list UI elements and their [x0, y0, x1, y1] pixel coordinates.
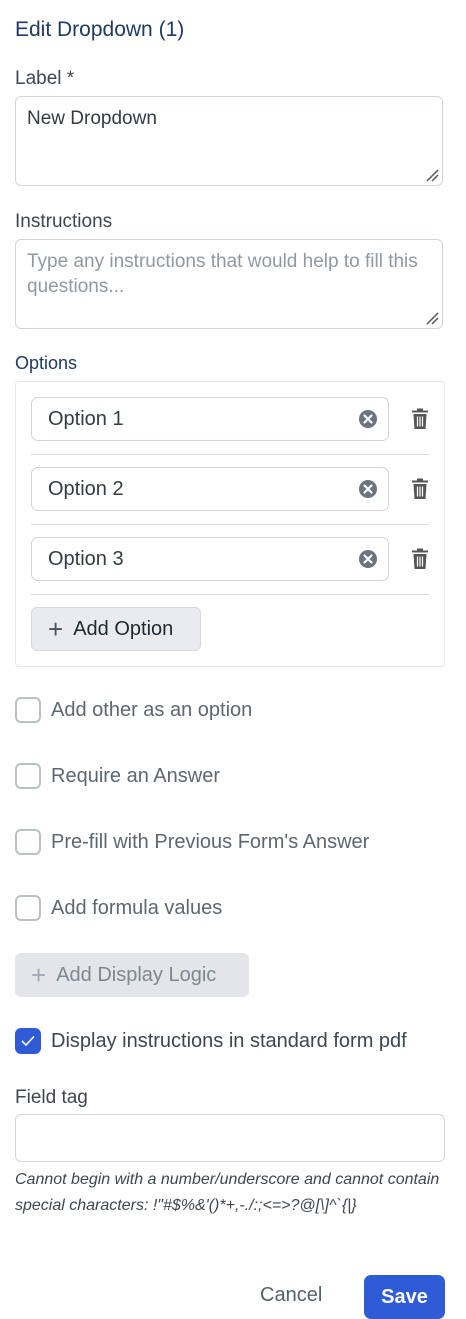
checkbox-formula-values[interactable]: Add formula values [15, 895, 222, 921]
checkbox-box[interactable] [15, 829, 41, 855]
checkbox-label: Pre-fill with Previous Form's Answer [51, 830, 370, 853]
display-logic-label: Add Display Logic [56, 963, 217, 986]
checkbox-label: Add formula values [51, 896, 223, 919]
option-value: Option 2 [48, 478, 124, 500]
add-option-button[interactable]: + Add Option [31, 607, 201, 651]
dialog-title: Edit Dropdown (1) [15, 18, 185, 41]
plus-icon: + [31, 960, 47, 990]
option-input-1[interactable]: Option 1 [31, 397, 389, 441]
trash-icon[interactable] [410, 408, 430, 430]
checkmark-icon [21, 1035, 35, 1047]
checkbox-prefill[interactable]: Pre-fill with Previous Form's Answer [15, 829, 369, 855]
field-tag-input[interactable] [15, 1114, 445, 1162]
label-input[interactable]: New Dropdown [15, 96, 443, 186]
instructions-input[interactable]: Type any instructions that would help to… [15, 239, 443, 329]
option-divider [31, 454, 429, 455]
add-display-logic-button[interactable]: + Add Display Logic [15, 953, 249, 997]
resize-handle-icon[interactable] [425, 311, 439, 325]
instructions-field-label: Instructions [15, 211, 113, 232]
plus-icon: + [48, 614, 64, 644]
resize-handle-icon[interactable] [425, 168, 439, 182]
checkbox-box[interactable] [15, 895, 41, 921]
option-input-2[interactable]: Option 2 [31, 467, 389, 511]
option-divider [31, 524, 429, 525]
checkbox-add-other[interactable]: Add other as an option [15, 697, 252, 723]
label-field-label: Label * [15, 68, 75, 89]
field-tag-help-text: Cannot begin with a number/underscore an… [15, 1171, 440, 1214]
trash-icon[interactable] [410, 478, 430, 500]
checkbox-label: Display instructions in standard form pd… [51, 1029, 407, 1052]
checkbox-box[interactable] [15, 697, 41, 723]
checkbox-label: Require an Answer [51, 764, 220, 787]
trash-icon[interactable] [410, 548, 430, 570]
options-label: Options [15, 353, 78, 373]
checkbox-display-instructions-pdf[interactable]: Display instructions in standard form pd… [15, 1028, 407, 1054]
cancel-button[interactable]: Cancel [260, 1284, 322, 1307]
clear-icon[interactable] [358, 409, 378, 429]
checkbox-box-checked[interactable] [15, 1028, 41, 1054]
save-button[interactable]: Save [364, 1275, 445, 1319]
checkbox-require-answer[interactable]: Require an Answer [15, 763, 220, 789]
option-divider [31, 594, 429, 595]
option-value: Option 1 [48, 408, 124, 430]
option-value: Option 3 [48, 548, 124, 570]
clear-icon[interactable] [358, 479, 378, 499]
instructions-placeholder: Type any instructions that would help to… [27, 251, 418, 297]
add-option-label: Add Option [73, 617, 174, 640]
field-tag-label: Field tag [15, 1087, 88, 1108]
option-input-3[interactable]: Option 3 [31, 537, 389, 581]
checkbox-box[interactable] [15, 763, 41, 789]
clear-icon[interactable] [358, 549, 378, 569]
label-input-value: New Dropdown [27, 108, 157, 129]
checkbox-label: Add other as an option [51, 698, 253, 721]
